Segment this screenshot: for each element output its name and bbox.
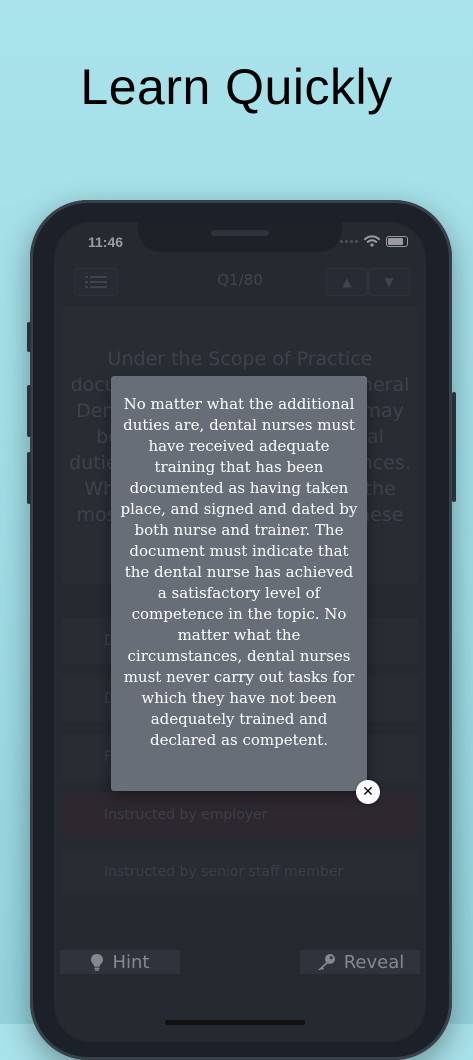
close-icon: ✕ <box>362 784 374 800</box>
close-popup-button[interactable]: ✕ <box>356 780 380 804</box>
explanation-text: No matter what the additional duties are… <box>120 395 358 749</box>
explanation-popup: No matter what the additional duties are… <box>111 376 367 791</box>
headline: Learn Quickly <box>80 59 393 115</box>
home-indicator <box>165 1020 305 1025</box>
phone-power-button <box>452 392 456 502</box>
phone-volume-down <box>27 452 31 504</box>
phone-side-button <box>27 322 31 352</box>
phone-volume-up <box>27 385 31 437</box>
